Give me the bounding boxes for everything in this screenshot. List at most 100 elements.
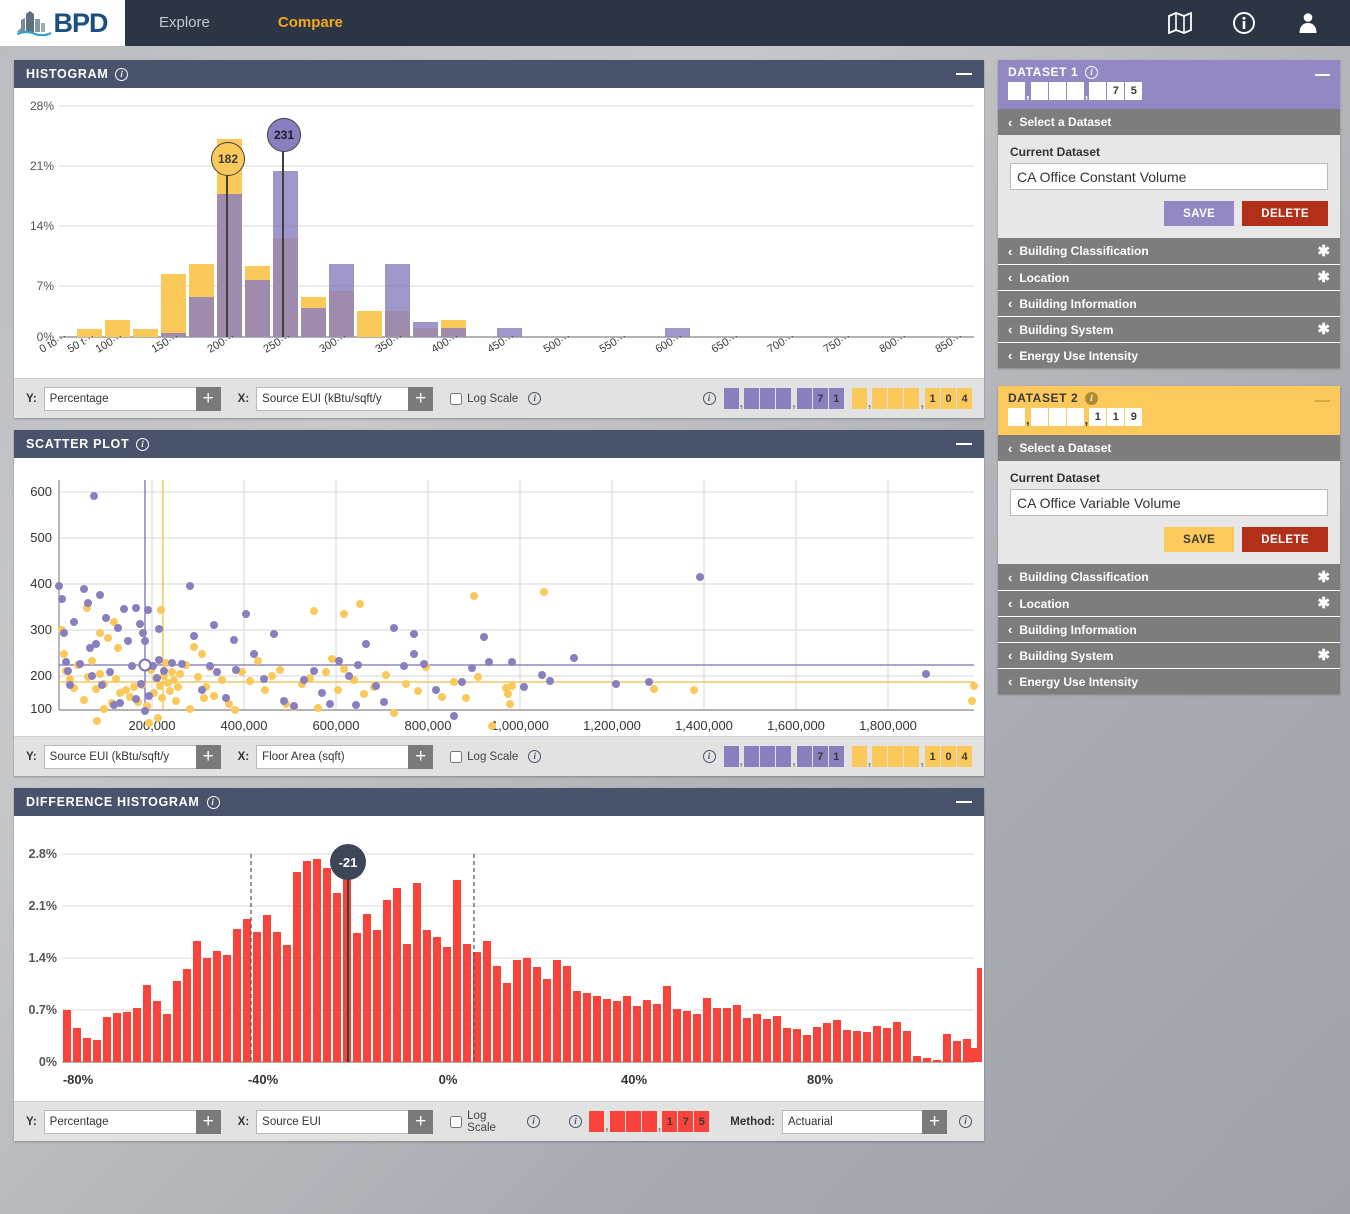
- counter-digit: 1: [662, 1111, 678, 1132]
- dataset-2-current-label: Current Dataset: [1010, 471, 1101, 485]
- counter-digit: [872, 388, 888, 409]
- svg-text:200: 200: [30, 668, 52, 683]
- histogram-marker-231[interactable]: 231: [267, 118, 301, 152]
- dataset-1-current-input[interactable]: [1010, 163, 1328, 190]
- dataset-2-section-building-information[interactable]: ‹ Building Information: [998, 616, 1340, 642]
- dataset-2-save-button[interactable]: SAVE: [1164, 527, 1235, 552]
- difference-x-input[interactable]: [256, 1109, 409, 1134]
- difference-method-info-icon[interactable]: i: [959, 1115, 972, 1128]
- counter-comma: ,: [792, 395, 796, 410]
- counter-digit: [888, 388, 904, 409]
- difference-marker-bubble[interactable]: -21: [330, 844, 366, 880]
- counter-digit: 1: [828, 388, 844, 409]
- dataset-2-info-icon[interactable]: i: [1085, 391, 1099, 405]
- svg-text:28%: 28%: [30, 99, 54, 113]
- scatter-log-scale-toggle[interactable]: Log Scale: [450, 750, 518, 763]
- histogram-log-scale-checkbox[interactable]: [450, 392, 463, 405]
- counter-digit: [1048, 408, 1066, 426]
- dataset-1-header: DATASET 1 i , , 7 5: [998, 60, 1340, 109]
- dataset-2-minimize-button[interactable]: [1315, 400, 1330, 402]
- dataset-1-section-building-system[interactable]: ‹ Building System ✱: [998, 316, 1340, 342]
- dataset-1-section-location[interactable]: ‹ Location ✱: [998, 264, 1340, 290]
- chevron-left-icon: ‹: [1008, 296, 1013, 311]
- histogram-x-input[interactable]: [256, 386, 409, 411]
- section-label: Building Classification: [1019, 244, 1149, 258]
- dataset-1-minimize-button[interactable]: [1315, 74, 1330, 76]
- scatter-y-add-button[interactable]: +: [195, 744, 221, 769]
- histogram-minimize-button[interactable]: [956, 73, 972, 75]
- dataset-2-current-input[interactable]: [1010, 489, 1328, 516]
- histogram-log-info-icon[interactable]: i: [528, 392, 542, 405]
- difference-y-input[interactable]: [43, 1109, 196, 1134]
- nav-explore[interactable]: Explore: [125, 0, 244, 46]
- section-label: Energy Use Intensity: [1019, 348, 1139, 363]
- histogram-marker-182[interactable]: 182: [211, 142, 245, 176]
- histogram-title: HISTOGRAM: [26, 67, 109, 81]
- difference-log-scale-toggle[interactable]: Log Scale: [450, 1110, 517, 1134]
- dataset-1-info-icon[interactable]: i: [1085, 65, 1099, 79]
- difference-log-scale-checkbox[interactable]: [450, 1115, 463, 1128]
- histogram-x-add-button[interactable]: +: [408, 386, 434, 411]
- histogram-y-input[interactable]: [43, 386, 196, 411]
- histogram-y-add-button[interactable]: +: [195, 386, 221, 411]
- asterisk-icon: ✱: [1317, 242, 1330, 260]
- scatter-x-input[interactable]: [256, 744, 409, 769]
- scatter-header: SCATTER PLOT i: [14, 430, 984, 458]
- difference-x-add-button[interactable]: +: [408, 1109, 434, 1134]
- scatter-x-add-button[interactable]: +: [408, 744, 434, 769]
- dataset-1-select-dataset[interactable]: ‹ Select a Dataset: [998, 109, 1340, 135]
- dataset-2-header: DATASET 2 i , , 1 1 9: [998, 386, 1340, 435]
- dataset-2-section-energy-use-intensity[interactable]: ‹ Energy Use Intensity: [998, 668, 1340, 694]
- difference-minimize-button[interactable]: [956, 801, 972, 803]
- difference-info-icon[interactable]: i: [206, 795, 220, 809]
- nav-icons: [1168, 0, 1338, 46]
- scatter-info-icon[interactable]: i: [136, 437, 150, 451]
- map-icon[interactable]: [1168, 12, 1192, 34]
- histogram-log-scale-toggle[interactable]: Log Scale: [450, 392, 518, 405]
- counter-comma: ,: [867, 753, 872, 768]
- counter-digit: 5: [1125, 82, 1143, 100]
- svg-text:1,800,000: 1,800,000: [859, 718, 917, 733]
- scatter-count-info-icon[interactable]: i: [702, 750, 716, 763]
- scatter-y-label: Y:: [26, 750, 37, 763]
- logo[interactable]: BPD: [0, 0, 125, 46]
- dataset-2-section-building-classification[interactable]: ‹ Building Classification ✱: [998, 564, 1340, 590]
- counter-comma: ,: [739, 753, 744, 768]
- svg-text:1,200,000: 1,200,000: [583, 718, 641, 733]
- histogram-count-info-icon[interactable]: i: [702, 392, 716, 405]
- svg-text:700···: 700···: [766, 331, 797, 356]
- counter-comma: ,: [1084, 412, 1089, 427]
- difference-y-add-button[interactable]: +: [195, 1109, 221, 1134]
- dataset-1-section-energy-use-intensity[interactable]: ‹ Energy Use Intensity: [998, 342, 1340, 368]
- dataset-1-delete-button[interactable]: DELETE: [1242, 201, 1328, 226]
- scatter-log-info-icon[interactable]: i: [528, 750, 542, 763]
- scatter-log-scale-checkbox[interactable]: [450, 750, 463, 763]
- info-icon[interactable]: [1232, 11, 1256, 35]
- dataset-1-section-building-information[interactable]: ‹ Building Information: [998, 290, 1340, 316]
- difference-y-label: Y:: [26, 1115, 37, 1128]
- difference-log-info-icon[interactable]: i: [527, 1115, 541, 1128]
- nav-compare[interactable]: Compare: [244, 0, 377, 46]
- dataset-1-section-building-classification[interactable]: ‹ Building Classification ✱: [998, 238, 1340, 264]
- dataset-2-section-building-system[interactable]: ‹ Building System ✱: [998, 642, 1340, 668]
- difference-counter: , , 1 7 5: [589, 1111, 710, 1132]
- counter-comma: ,: [739, 395, 744, 410]
- user-icon[interactable]: [1296, 11, 1320, 35]
- dataset-2-section-location[interactable]: ‹ Location ✱: [998, 590, 1340, 616]
- difference-title: DIFFERENCE HISTOGRAM: [26, 795, 200, 809]
- counter-digit: [723, 388, 739, 409]
- difference-count-info-icon[interactable]: i: [569, 1115, 583, 1128]
- dataset-2-delete-button[interactable]: DELETE: [1242, 527, 1328, 552]
- counter-digit: [851, 388, 867, 409]
- scatter-minimize-button[interactable]: [956, 443, 972, 445]
- counter-digit: [904, 388, 920, 409]
- section-label: Building Classification: [1019, 570, 1149, 584]
- dataset-2-select-dataset[interactable]: ‹ Select a Dataset: [998, 435, 1340, 461]
- asterisk-icon: ✱: [1317, 568, 1330, 586]
- histogram-info-icon[interactable]: i: [115, 67, 129, 81]
- scatter-points-dataset1: [55, 492, 930, 720]
- difference-method-add-button[interactable]: +: [922, 1109, 947, 1134]
- dataset-1-save-button[interactable]: SAVE: [1164, 201, 1235, 226]
- scatter-y-input[interactable]: [43, 744, 196, 769]
- difference-method-input[interactable]: [782, 1109, 922, 1134]
